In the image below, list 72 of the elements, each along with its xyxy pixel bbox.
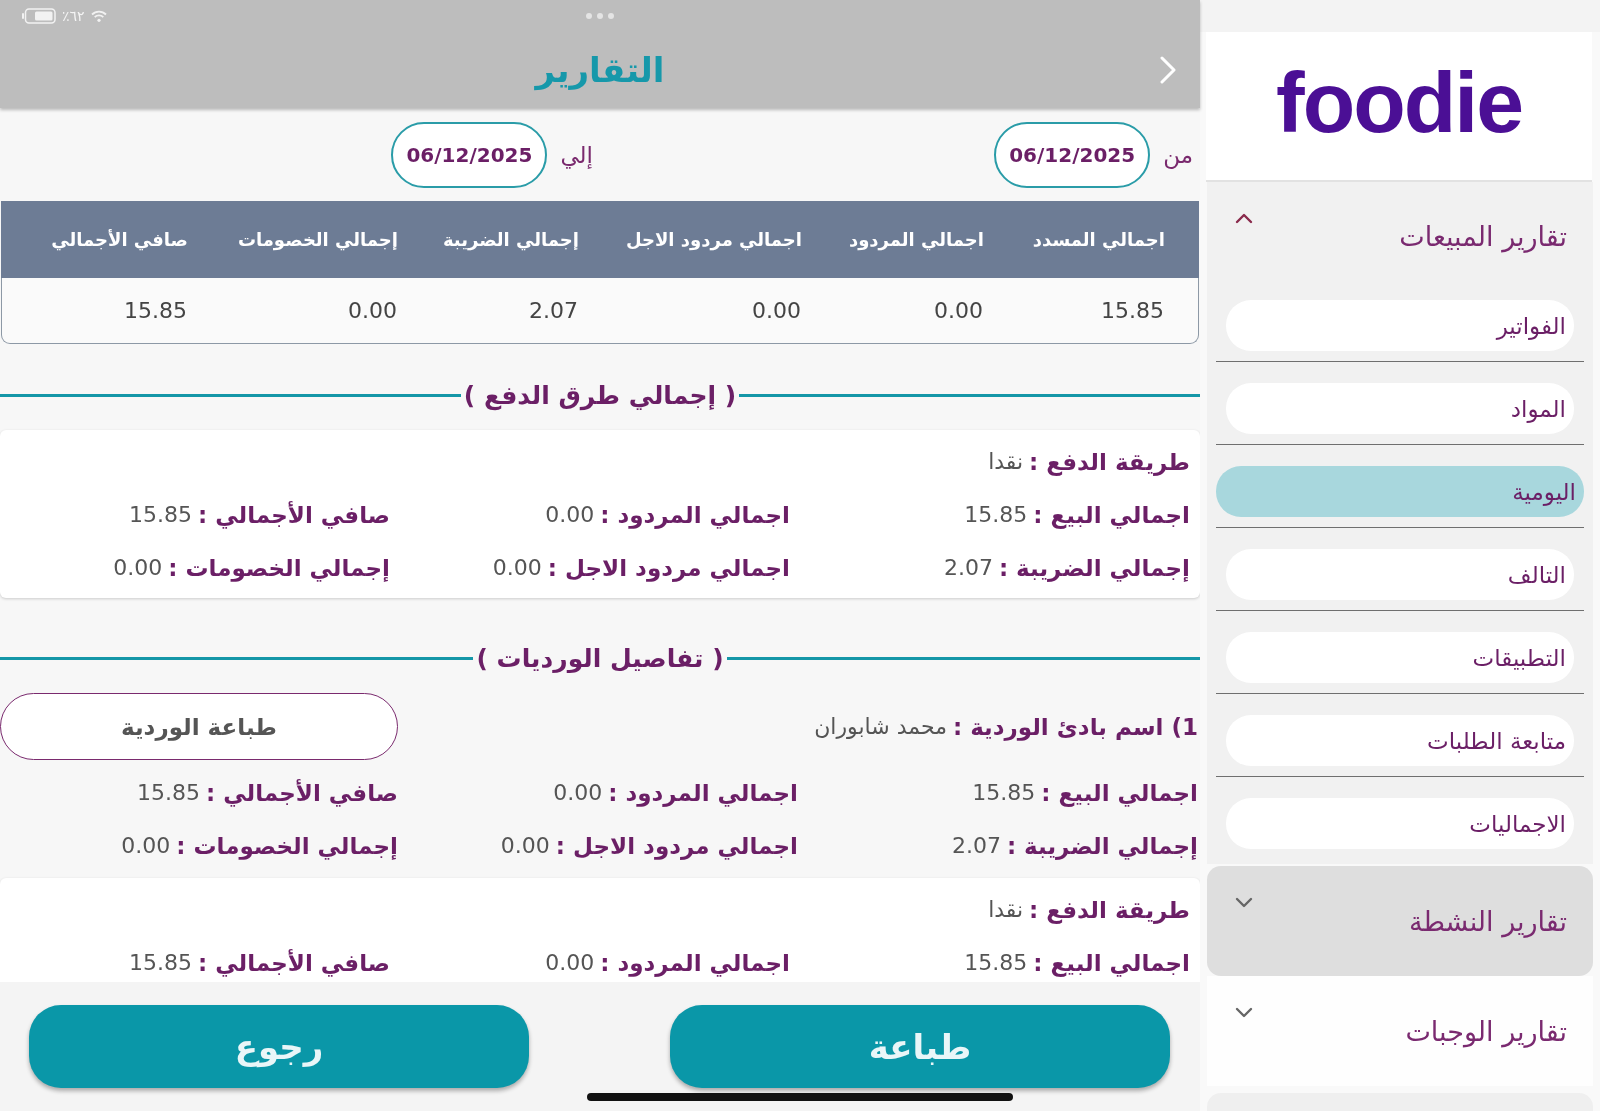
nav-back-button[interactable]	[1158, 54, 1178, 86]
menu-group-header[interactable]: تقارير المبيعات	[1207, 182, 1593, 290]
menu-item[interactable]: متابعة الطلبات	[1226, 715, 1574, 766]
column-header: صافي الأجمالي	[51, 229, 188, 250]
field-value: 15.85	[972, 780, 1036, 805]
field-value: 0.00	[500, 833, 550, 858]
field-label: اجمالي المردود :	[600, 501, 790, 528]
table-cell: 15.85	[124, 298, 187, 323]
menu-group-header[interactable]: تقارير الوجبات	[1207, 976, 1593, 1086]
field-value: 0.00	[545, 502, 595, 527]
table-cell: 0.00	[934, 298, 983, 323]
field-value: 0.00	[492, 555, 542, 580]
field-value: 2.07	[951, 833, 1001, 858]
menu-item[interactable]: الاجماليات	[1226, 798, 1574, 849]
date-label: إلي	[560, 141, 593, 168]
field-label: إجمالي الخصومات :	[168, 554, 390, 581]
field-value: 15.85	[964, 950, 1028, 975]
column-header: إجمالي الخصومات	[237, 229, 398, 250]
field-label: اجمالي البيع :	[1033, 949, 1190, 976]
battery-icon	[22, 8, 56, 24]
chevron-icon	[1160, 56, 1176, 84]
date-field[interactable]: 06/12/2025	[994, 121, 1151, 188]
field-value: 15.85	[964, 502, 1028, 527]
menu-group-header[interactable]: تقارير النشطة	[1207, 866, 1593, 976]
date-label: من	[1163, 141, 1193, 168]
menu-item[interactable]: الفواتير	[1226, 300, 1574, 351]
field-label: إجمالي الضريبة :	[1006, 832, 1198, 859]
field-value: 15.85	[137, 780, 201, 805]
field-label: صافي الأجمالي :	[198, 501, 390, 528]
field-value: نقدا	[988, 897, 1024, 922]
menu-item[interactable]: اليومية	[1216, 466, 1584, 517]
field-value: 0.00	[113, 555, 163, 580]
logo: foodie	[1276, 59, 1522, 145]
wifi-icon	[90, 10, 107, 22]
column-header: اجمالي المردود	[848, 229, 984, 250]
section-title: ( إجمالي طرق الدفع )	[462, 380, 738, 410]
field-label: طريقة الدفع :	[1029, 448, 1190, 475]
field-label: صافي الأجمالي :	[206, 779, 398, 806]
table-cell: 2.07	[529, 298, 578, 323]
field-value: 0.00	[121, 833, 171, 858]
field-label: طريقة الدفع :	[1029, 896, 1190, 923]
field-value: نقدا	[988, 449, 1024, 474]
date-field[interactable]: 06/12/2025	[391, 121, 548, 188]
field-label: اجمالي مردود الاجل :	[547, 554, 790, 581]
field-label: اجمالي البيع :	[1041, 779, 1198, 806]
column-header: اجمالي مردود الاجل	[625, 229, 802, 250]
field-label: اجمالي المردود :	[600, 949, 790, 976]
field-value: 15.85	[129, 950, 193, 975]
field-label: اجمالي المردود :	[608, 779, 798, 806]
field-value: 0.00	[545, 950, 595, 975]
table-cell: 15.85	[1101, 298, 1164, 323]
page-title: التقارير	[535, 49, 665, 91]
dots-icon	[585, 12, 615, 20]
menu-item[interactable]: التطبيقات	[1226, 632, 1574, 683]
field-label: إجمالي الضريبة :	[998, 554, 1190, 581]
table-cell: 0.00	[348, 298, 397, 323]
menu-item[interactable]: المواد	[1226, 383, 1574, 434]
table-cell: 0.00	[752, 298, 801, 323]
field-label: اجمالي البيع :	[1033, 501, 1190, 528]
section-title: ( تفاصيل الورديات )	[475, 643, 725, 673]
field-label: اجمالي مردود الاجل :	[555, 832, 798, 859]
field-label: إجمالي الخصومات :	[176, 832, 398, 859]
field-label: 1) اسم بادئ الوردية :	[952, 713, 1198, 740]
print-shift-button[interactable]: طباعة الوردية	[0, 693, 398, 760]
field-value: 15.85	[129, 502, 193, 527]
column-header: اجمالي المسدد	[1032, 229, 1165, 250]
field-value: محمد شابوران	[814, 714, 947, 739]
menu-item[interactable]: التالف	[1226, 549, 1574, 600]
field-label: صافي الأجمالي :	[198, 949, 390, 976]
column-header: إجمالي الضريبة	[442, 229, 579, 250]
field-value: 2.07	[943, 555, 993, 580]
field-value: 0.00	[553, 780, 603, 805]
